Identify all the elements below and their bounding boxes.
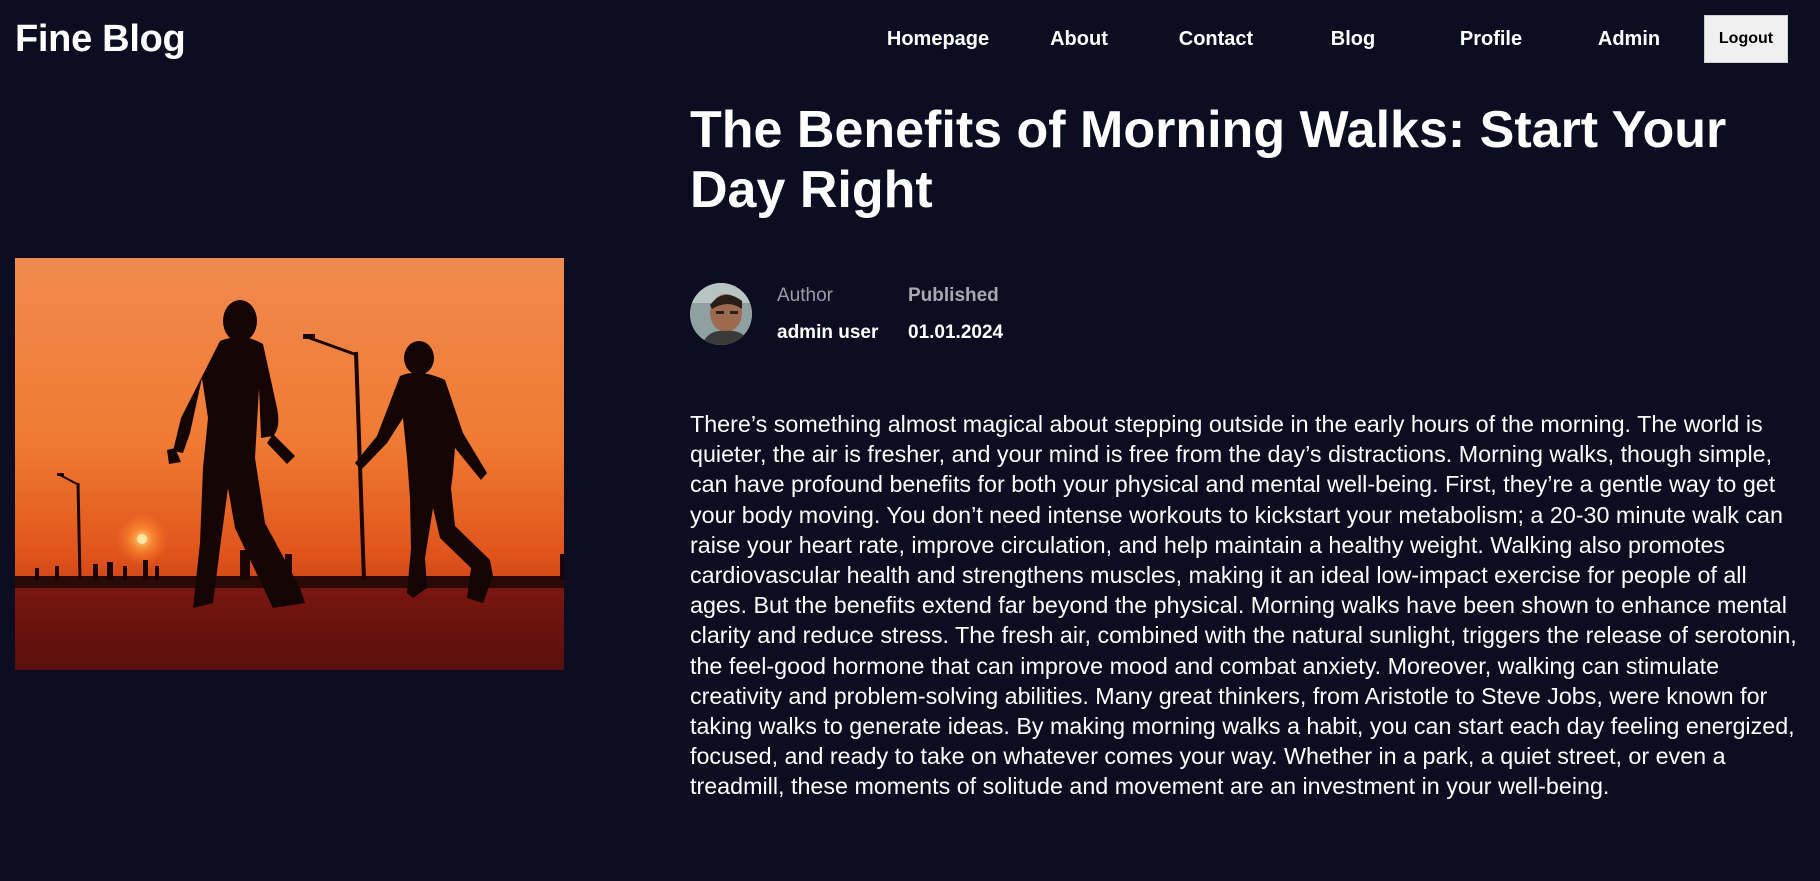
published-label: Published (908, 285, 999, 306)
author-avatar (690, 283, 752, 345)
published-date: 01.01.2024 (908, 322, 1004, 343)
post-body: There’s something almost magical about s… (690, 411, 1797, 800)
site-logo[interactable]: Fine Blog (15, 18, 186, 61)
published-block: Published 01.01.2024 (908, 283, 1003, 346)
author-name: admin user (777, 322, 879, 343)
site-header: Fine Blog Homepage About Contact Blog Pr… (0, 0, 1820, 80)
author-block: Author admin user (777, 283, 878, 346)
post-hero-image (15, 258, 564, 670)
author-label: Author (777, 285, 833, 306)
morning-walk-photo (15, 258, 564, 670)
nav-about[interactable]: About (1050, 28, 1108, 51)
nav-contact[interactable]: Contact (1179, 28, 1253, 51)
nav-homepage[interactable]: Homepage (887, 28, 989, 51)
logout-button[interactable]: Logout (1704, 15, 1788, 63)
nav-profile[interactable]: Profile (1460, 28, 1522, 51)
page: Fine Blog Homepage About Contact Blog Pr… (0, 0, 1820, 881)
nav-blog[interactable]: Blog (1331, 28, 1375, 51)
nav-admin[interactable]: Admin (1598, 28, 1660, 51)
author-photo (690, 283, 752, 345)
post-title: The Benefits of Morning Walks: Start You… (690, 101, 1727, 219)
